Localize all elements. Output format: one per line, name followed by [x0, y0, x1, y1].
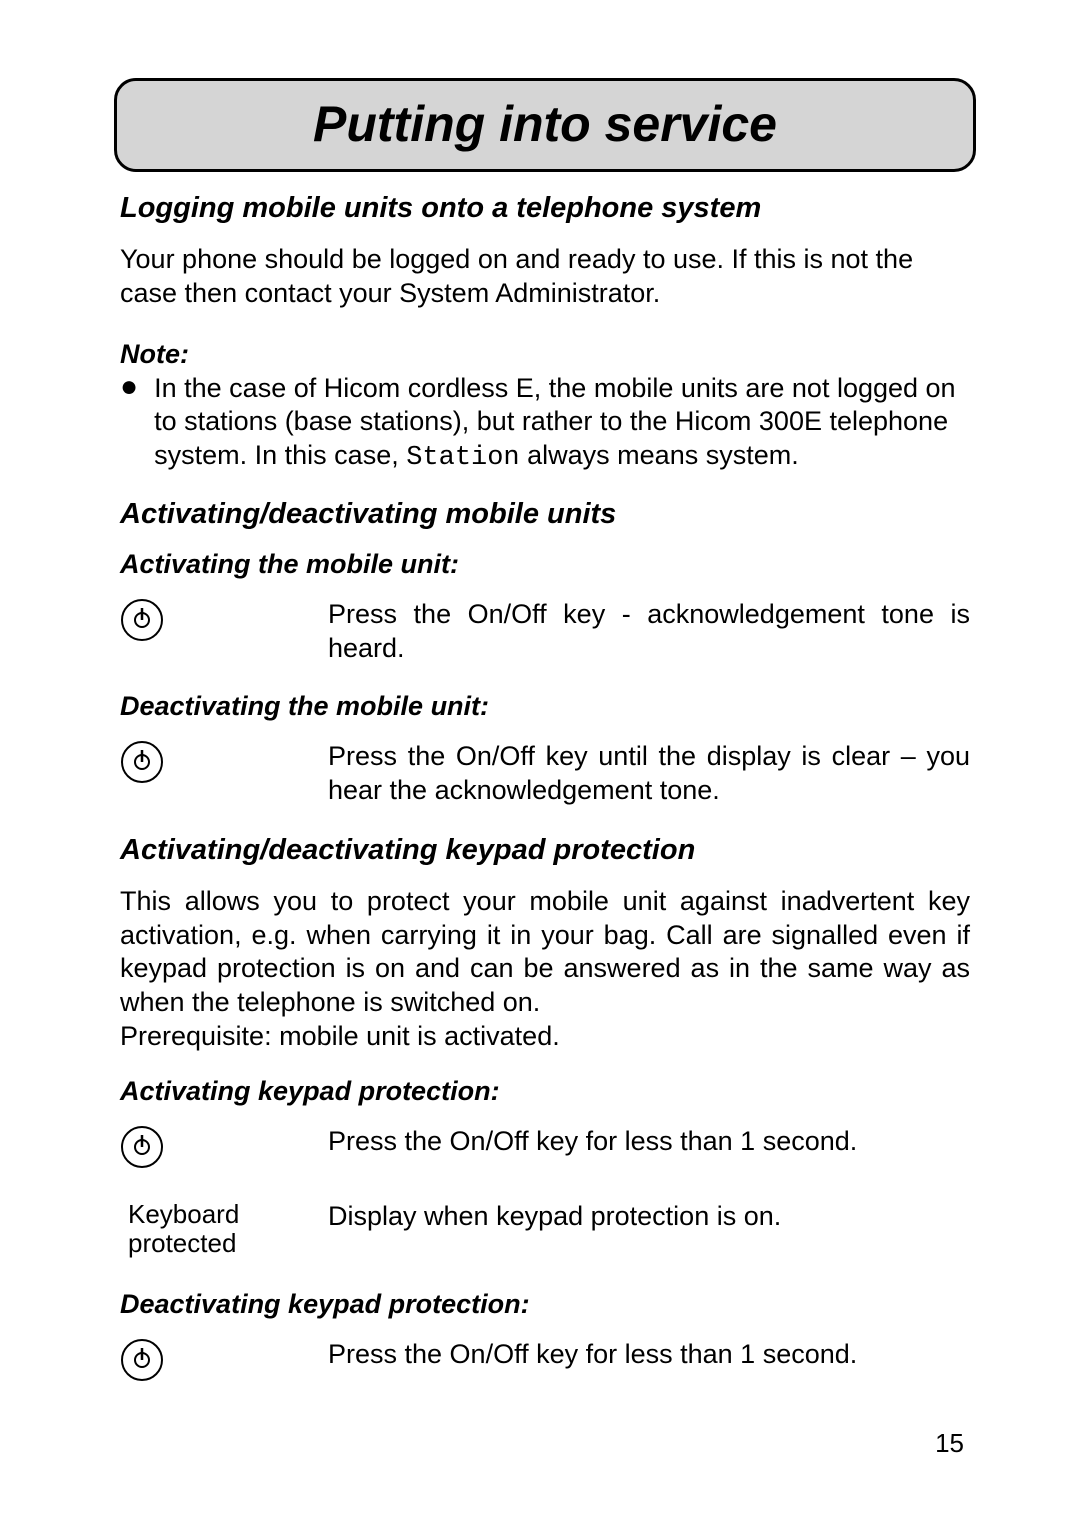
section-heading-logging: Logging mobile units onto a telephone sy…	[120, 192, 970, 225]
section-heading-activating-units: Activating/deactivating mobile units	[120, 498, 970, 531]
page-title-banner: Putting into service	[114, 78, 976, 172]
section3-paragraph: This allows you to protect your mobile u…	[120, 885, 970, 1020]
display-line1: Keyboard	[128, 1199, 239, 1229]
power-icon	[120, 598, 164, 642]
note-bullet-row: ● In the case of Hicom cordless E, the m…	[120, 372, 970, 476]
note-bullet-text: In the case of Hicom cordless E, the mob…	[154, 372, 970, 476]
power-icon	[120, 1125, 164, 1169]
display-row: Keyboard protected Display when keypad p…	[120, 1200, 970, 1260]
power-icon	[120, 1338, 164, 1382]
subheading-activating-unit: Activating the mobile unit:	[120, 549, 970, 580]
note-label: Note:	[120, 339, 970, 370]
note-post: always means system.	[520, 440, 799, 470]
subheading-deactivating-unit: Deactivating the mobile unit:	[120, 691, 970, 722]
icon-column	[120, 740, 328, 789]
step-text: Press the On/Off key for less than 1 sec…	[328, 1125, 970, 1159]
step-row: Press the On/Off key for less than 1 sec…	[120, 1338, 970, 1387]
step-text: Press the On/Off key until the display i…	[328, 740, 970, 808]
icon-column	[120, 598, 328, 647]
step-row: Press the On/Off key for less than 1 sec…	[120, 1125, 970, 1174]
page-number: 15	[935, 1428, 964, 1459]
icon-column	[120, 1338, 328, 1387]
section-heading-keypad: Activating/deactivating keypad protectio…	[120, 834, 970, 867]
step-row: Press the On/Off key - acknowledgement t…	[120, 598, 970, 666]
bullet-icon: ●	[120, 372, 154, 476]
step-text: Press the On/Off key - acknowledgement t…	[328, 598, 970, 666]
display-line2: protected	[128, 1228, 236, 1258]
subheading-activating-keypad: Activating keypad protection:	[120, 1076, 970, 1107]
display-label: Keyboard protected	[120, 1200, 328, 1260]
display-description: Display when keypad protection is on.	[328, 1200, 970, 1234]
display-label-column: Keyboard protected	[120, 1200, 328, 1260]
page-title: Putting into service	[313, 96, 777, 152]
section3-prereq: Prerequisite: mobile unit is activated.	[120, 1020, 970, 1054]
subheading-deactivating-keypad: Deactivating keypad protection:	[120, 1289, 970, 1320]
section1-paragraph: Your phone should be logged on and ready…	[120, 243, 970, 311]
step-row: Press the On/Off key until the display i…	[120, 740, 970, 808]
icon-column	[120, 1125, 328, 1174]
note-mono-word: Station	[406, 443, 519, 473]
step-text: Press the On/Off key for less than 1 sec…	[328, 1338, 970, 1372]
power-icon	[120, 740, 164, 784]
